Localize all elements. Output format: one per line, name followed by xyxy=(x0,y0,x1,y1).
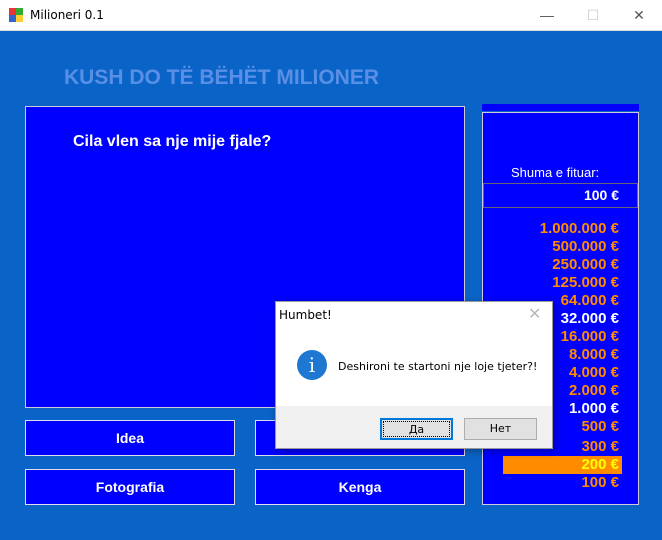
dialog-title: Humbet! xyxy=(279,308,332,322)
dialog-close-button[interactable]: ✕ xyxy=(528,304,541,324)
prize-level-current: 200 € xyxy=(503,456,622,474)
prize-level: 1.000.000 € xyxy=(539,220,619,237)
lifeline-idea-button[interactable]: Idea xyxy=(25,420,235,456)
won-label: Shuma e fituar: xyxy=(511,165,600,180)
window-title: Milioneri 0.1 xyxy=(30,8,104,22)
maximize-button[interactable]: ☐ xyxy=(570,0,616,30)
app-icon xyxy=(9,8,23,22)
dialog-footer: Да Нет xyxy=(276,406,552,448)
prize-level: 100 € xyxy=(581,474,619,491)
prize-level: 125.000 € xyxy=(552,274,619,291)
minimize-button[interactable]: — xyxy=(524,0,570,30)
no-button[interactable]: Нет xyxy=(464,418,537,440)
dialog-message: Deshironi te startoni nje loje tjeter?! xyxy=(338,360,538,373)
title-bar: Milioneri 0.1 — ☐ ✕ xyxy=(0,0,662,31)
question-text: Cila vlen sa nje mije fjale? xyxy=(73,133,272,150)
yes-button[interactable]: Да xyxy=(380,418,453,440)
won-value: 100 € xyxy=(483,183,638,208)
game-heading: KUSH DO TË BËHËT MILIONER xyxy=(64,66,380,89)
message-dialog: Humbet! ✕ i Deshironi te startoni nje lo… xyxy=(275,301,553,449)
lifeline-kenga-button[interactable]: Kenga xyxy=(255,469,465,505)
prize-level: 500.000 € xyxy=(552,238,619,255)
prize-panel-header xyxy=(482,104,639,111)
lifeline-fotografia-button[interactable]: Fotografia xyxy=(25,469,235,505)
prize-level: 250.000 € xyxy=(552,256,619,273)
close-button[interactable]: ✕ xyxy=(616,0,662,30)
info-icon: i xyxy=(297,350,327,380)
